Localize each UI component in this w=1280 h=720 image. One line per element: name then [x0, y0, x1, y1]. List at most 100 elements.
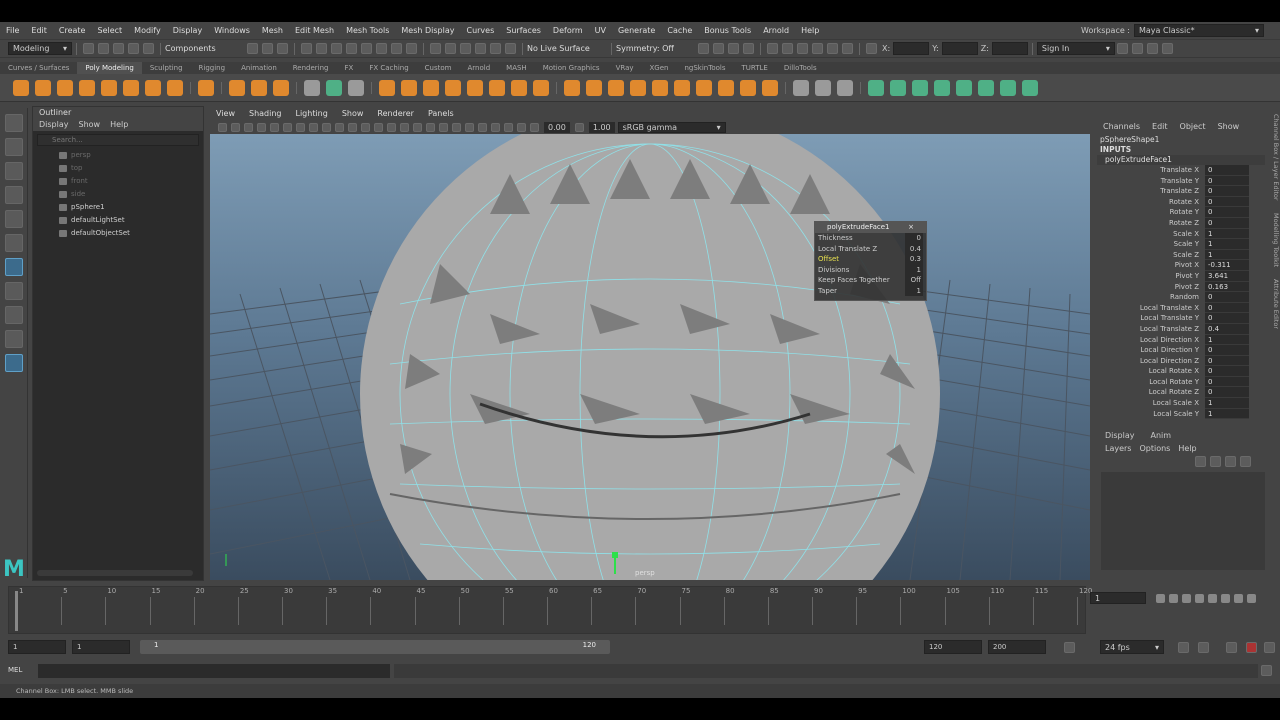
- smooth-shade-icon[interactable]: [374, 122, 383, 132]
- wedge-icon[interactable]: [696, 79, 712, 96]
- attr-row-local-rotate-y[interactable]: Local Rotate Y 0: [1097, 376, 1265, 388]
- 3d-viewport[interactable]: persp: [210, 134, 1090, 580]
- menu-help[interactable]: Help: [795, 26, 825, 35]
- svg-icon[interactable]: [273, 79, 289, 96]
- ambient-occlusion-icon[interactable]: [439, 122, 448, 132]
- layout-icon[interactable]: [743, 43, 754, 54]
- go-to-start-icon[interactable]: [1156, 593, 1165, 603]
- step-forward-key-icon[interactable]: [1234, 593, 1243, 603]
- merge-icon[interactable]: [674, 79, 690, 96]
- outliner-search-input[interactable]: Search...: [37, 134, 199, 146]
- attr-value[interactable]: 0: [1205, 217, 1249, 229]
- attr-row-local-rotate-z[interactable]: Local Rotate Z 0: [1097, 387, 1265, 399]
- attr-row-pivot-y[interactable]: Pivot Y 3.641: [1097, 270, 1265, 282]
- remesh-icon[interactable]: [511, 79, 527, 96]
- attr-row-local-translate-x[interactable]: Local Translate X 0: [1097, 302, 1265, 314]
- new-empty-layer-icon[interactable]: [1225, 456, 1236, 467]
- snap-pivot-icon[interactable]: [376, 43, 387, 54]
- in-view-row-value[interactable]: 1: [905, 264, 923, 275]
- viewport-menu-show[interactable]: Show: [342, 108, 364, 120]
- viewport-menu-renderer[interactable]: Renderer: [377, 108, 414, 120]
- in-view-row-divisions[interactable]: Divisions 1: [815, 264, 926, 275]
- safe-action-icon[interactable]: [335, 122, 344, 132]
- attr-value[interactable]: 0: [1205, 313, 1249, 324]
- hypershade-icon[interactable]: [797, 43, 808, 54]
- attr-row-local-rotate-x[interactable]: Local Rotate X 0: [1097, 366, 1265, 377]
- shelf-tab-turtle[interactable]: TURTLE: [734, 62, 776, 74]
- ipr-icon[interactable]: [490, 43, 501, 54]
- layer-menu-options[interactable]: Options: [1139, 442, 1170, 456]
- x-field[interactable]: [893, 42, 930, 55]
- select-by-component-icon[interactable]: [277, 43, 288, 54]
- sphere-icon[interactable]: [13, 79, 29, 96]
- menu-uv[interactable]: UV: [589, 26, 612, 35]
- harden-icon[interactable]: [1022, 79, 1038, 96]
- in-view-editor[interactable]: polyExtrudeFace1 × Thickness 0 Local Transl…: [814, 221, 927, 301]
- four-view-layout-icon[interactable]: [5, 306, 23, 324]
- attr-row-translate-y[interactable]: Translate Y 0: [1097, 175, 1265, 187]
- loop-icon[interactable]: [1178, 642, 1189, 653]
- lasso-tool-icon[interactable]: [5, 138, 23, 156]
- shelf-tab-poly-modeling[interactable]: Poly Modeling: [77, 62, 142, 74]
- outliner-menu-display[interactable]: Display: [39, 119, 69, 131]
- shelf-tab-custom[interactable]: Custom: [417, 62, 460, 74]
- layer-menu-help[interactable]: Help: [1178, 442, 1196, 456]
- input-ops-icon[interactable]: [430, 43, 441, 54]
- motion-blur-icon[interactable]: [452, 122, 461, 132]
- channel-box-menu-object[interactable]: Object: [1180, 120, 1206, 134]
- gamma-icon[interactable]: [574, 122, 584, 132]
- scale-tool-icon[interactable]: [5, 234, 23, 252]
- step-back-key-icon[interactable]: [1169, 593, 1178, 603]
- layout-icon[interactable]: [698, 43, 709, 54]
- exposure-field[interactable]: 0.00: [544, 121, 570, 133]
- shelf-tab-curves-surfaces[interactable]: Curves / Surfaces: [0, 62, 77, 74]
- triangulate-icon[interactable]: [348, 79, 364, 96]
- wireframe-icon[interactable]: [361, 122, 370, 132]
- attr-row-pivot-z[interactable]: Pivot Z 0.163: [1097, 281, 1265, 293]
- output-ops-icon[interactable]: [445, 43, 456, 54]
- attr-value[interactable]: 1: [1205, 334, 1249, 346]
- attr-row-local-direction-y[interactable]: Local Direction Y 0: [1097, 345, 1265, 356]
- transfer-icon[interactable]: [304, 79, 320, 96]
- rotate-tool-icon[interactable]: [5, 210, 23, 228]
- multicut-icon[interactable]: [793, 79, 809, 96]
- shelf-tab-xgen[interactable]: XGen: [642, 62, 677, 74]
- live-surface-label[interactable]: No Live Surface: [527, 44, 607, 53]
- smooth-icon[interactable]: [423, 79, 439, 96]
- shelf-tab-sculpting[interactable]: Sculpting: [142, 62, 191, 74]
- attr-value[interactable]: -0.311: [1205, 260, 1249, 271]
- side-by-side-layout-icon[interactable]: [5, 330, 23, 348]
- shelf-tab-ngskintools[interactable]: ngSkinTools: [676, 62, 733, 74]
- super-shape-icon[interactable]: [198, 79, 214, 96]
- new-scene-icon[interactable]: [83, 43, 94, 54]
- in-view-row-value[interactable]: 1: [905, 285, 923, 296]
- menu-display[interactable]: Display: [167, 26, 209, 35]
- sweep-mesh-icon[interactable]: [229, 79, 245, 96]
- separate-icon[interactable]: [401, 79, 417, 96]
- crease-icon[interactable]: [934, 79, 950, 96]
- ipr-render-icon[interactable]: [812, 43, 823, 54]
- in-view-row-value[interactable]: Off: [905, 275, 923, 286]
- attr-value[interactable]: 0.4: [1205, 323, 1249, 335]
- new-layer-from-selected-icon[interactable]: [1240, 456, 1251, 467]
- layer-list-area[interactable]: [1101, 472, 1265, 570]
- channel-box-menu-show[interactable]: Show: [1218, 120, 1240, 134]
- select-by-object-icon[interactable]: [262, 43, 273, 54]
- menu-edit-mesh[interactable]: Edit Mesh: [289, 26, 340, 35]
- layout-icon[interactable]: [728, 43, 739, 54]
- channel-box-menu-channels[interactable]: Channels: [1103, 120, 1140, 134]
- construction-history-icon[interactable]: [460, 43, 471, 54]
- backface-icon[interactable]: [517, 122, 526, 132]
- menu-generate[interactable]: Generate: [612, 26, 661, 35]
- xray-icon[interactable]: [491, 122, 500, 132]
- shelf-tab-dillotools[interactable]: DilloTools: [776, 62, 825, 74]
- in-view-row-thickness[interactable]: Thickness 0: [815, 233, 926, 244]
- paint-select-icon[interactable]: [5, 162, 23, 180]
- film-gate-icon[interactable]: [283, 122, 292, 132]
- xray-joints-icon[interactable]: [504, 122, 513, 132]
- edit-flow-icon[interactable]: [912, 79, 928, 96]
- shelf-tab-rendering[interactable]: Rendering: [285, 62, 337, 74]
- go-to-end-icon[interactable]: [1247, 593, 1256, 603]
- viewport-menu-panels[interactable]: Panels: [428, 108, 454, 120]
- shelf-tab-motion-graphics[interactable]: Motion Graphics: [535, 62, 608, 74]
